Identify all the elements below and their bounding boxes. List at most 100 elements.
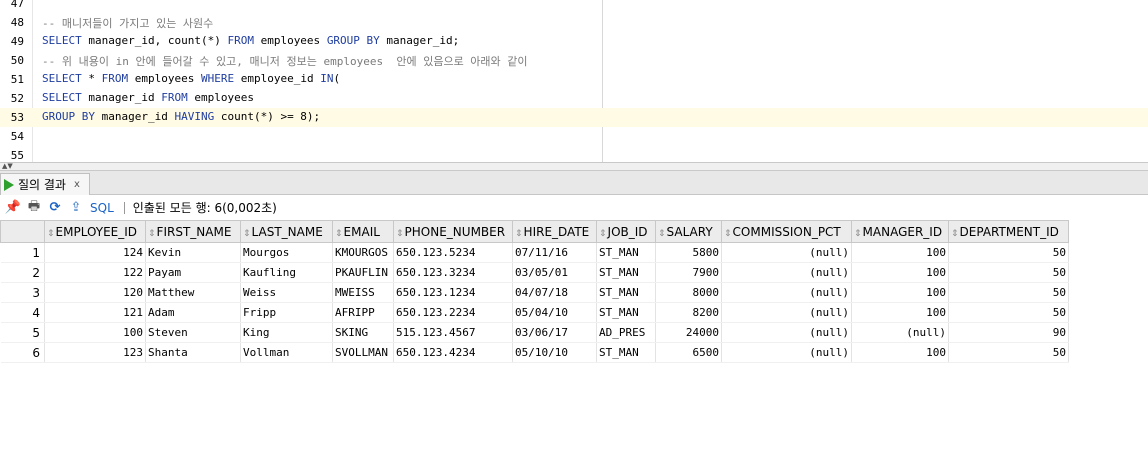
table-cell[interactable]: 50 [948,302,1069,323]
table-cell[interactable]: Kaufling [240,262,333,283]
close-tab-icon[interactable]: x [74,179,80,190]
table-cell[interactable]: 650.123.1234 [393,282,513,303]
table-cell[interactable]: (null) [721,322,852,343]
sort-icon[interactable]: ⇕ [396,229,404,239]
table-cell[interactable]: Shanta [145,342,241,363]
table-row[interactable]: 3 120 Matthew Weiss MWEISS 650.123.1234 04/07/… [0,282,1069,303]
table-cell[interactable]: (null) [721,282,852,303]
table-cell[interactable]: King [240,322,333,343]
code-line[interactable]: 49 SELECT manager_id, count(*) FROM emplo… [0,32,1148,51]
table-cell[interactable]: 04/07/18 [512,282,597,303]
table-cell[interactable]: (null) [721,342,852,363]
table-cell[interactable]: 50 [948,282,1069,303]
table-cell[interactable]: Adam [145,302,241,323]
sort-icon[interactable]: ⇕ [335,229,343,239]
code-line-current[interactable]: 53 GROUP BY manager_id HAVING count(*) >=… [0,108,1148,127]
code-line[interactable]: 50 -- 위 내용이 in 안에 들어갈 수 있고, 매니저 정보는 emplo… [0,51,1148,70]
table-cell[interactable]: 05/04/10 [512,302,597,323]
table-cell[interactable]: 124 [44,242,146,263]
pin-icon[interactable]: 📌 [5,200,21,216]
code-line[interactable]: 47 [0,0,1148,13]
sort-icon[interactable]: ⇕ [599,229,607,239]
table-row[interactable]: 6 123 Shanta Vollman SVOLLMAN 650.123.4234 05/… [0,342,1069,363]
sort-icon[interactable]: ⇕ [854,229,862,239]
table-cell[interactable]: KMOURGOS [332,242,394,263]
table-cell[interactable]: 100 [851,262,949,283]
table-cell[interactable]: Weiss [240,282,333,303]
code-line[interactable]: 52 SELECT manager_id FROM employees [0,89,1148,108]
table-cell[interactable]: 650.123.3234 [393,262,513,283]
table-cell[interactable]: AFRIPP [332,302,394,323]
code-line[interactable]: 55 [0,146,1148,162]
sort-icon[interactable]: ⇕ [243,229,251,239]
table-cell[interactable]: 24000 [655,322,722,343]
table-cell[interactable]: 650.123.5234 [393,242,513,263]
table-cell[interactable]: (null) [721,242,852,263]
code-line[interactable]: 51 SELECT * FROM employees WHERE employee… [0,70,1148,89]
table-cell[interactable]: 6500 [655,342,722,363]
table-cell[interactable]: ST_MAN [596,342,656,363]
table-cell[interactable]: 515.123.4567 [393,322,513,343]
table-row[interactable]: 5 100 Steven King SKING 515.123.4567 03/06/17 A… [0,322,1069,343]
pane-splitter[interactable]: ▲▼ [0,162,1148,171]
table-cell[interactable]: (null) [721,262,852,283]
table-cell[interactable]: SKING [332,322,394,343]
table-row[interactable]: 2 122 Payam Kaufling PKAUFLIN 650.123.3234 03/… [0,262,1069,283]
print-icon[interactable]: 🖶 [26,199,42,216]
table-cell[interactable]: 121 [44,302,146,323]
column-header-salary[interactable]: ⇕SALARY [655,220,722,243]
table-cell[interactable]: 100 [851,342,949,363]
column-header-hire-date[interactable]: ⇕HIRE_DATE [512,220,597,243]
column-header-first-name[interactable]: ⇕FIRST_NAME [145,220,241,243]
table-row[interactable]: 4 121 Adam Fripp AFRIPP 650.123.2234 05/04/10 S… [0,302,1069,323]
table-cell[interactable]: 50 [948,342,1069,363]
table-cell[interactable]: 07/11/16 [512,242,597,263]
column-header-phone-number[interactable]: ⇕PHONE_NUMBER [393,220,513,243]
sort-icon[interactable]: ⇕ [658,229,666,239]
results-grid[interactable]: ⇕EMPLOYEE_ID ⇕FIRST_NAME ⇕LAST_NAME ⇕EMAIL ⇕… [0,220,1069,363]
table-cell[interactable]: ST_MAN [596,282,656,303]
sort-icon[interactable]: ⇕ [515,229,523,239]
refresh-icon[interactable]: ⟳ [47,200,63,216]
collapse-arrows-icon[interactable]: ▲▼ [2,163,13,170]
table-cell[interactable]: (null) [851,322,949,343]
table-cell[interactable]: 90 [948,322,1069,343]
table-cell[interactable]: 03/06/17 [512,322,597,343]
sort-icon[interactable]: ⇕ [724,229,732,239]
table-cell[interactable]: 120 [44,282,146,303]
table-cell[interactable]: Vollman [240,342,333,363]
table-cell[interactable]: (null) [721,302,852,323]
column-header-last-name[interactable]: ⇕LAST_NAME [240,220,333,243]
column-header-commission-pct[interactable]: ⇕COMMISSION_PCT [721,220,852,243]
table-cell[interactable]: 123 [44,342,146,363]
table-cell[interactable]: ST_MAN [596,262,656,283]
table-cell[interactable]: SVOLLMAN [332,342,394,363]
sql-editor[interactable]: 47 48 -- 매니저들이 가지고 있는 사원수 49 SELECT manager_… [0,0,1148,162]
sort-icon[interactable]: ⇕ [47,229,55,239]
table-cell[interactable]: PKAUFLIN [332,262,394,283]
table-cell[interactable]: 50 [948,242,1069,263]
column-header-employee-id[interactable]: ⇕EMPLOYEE_ID [44,220,146,243]
table-cell[interactable]: Steven [145,322,241,343]
table-cell[interactable]: 650.123.4234 [393,342,513,363]
code-line[interactable]: 48 -- 매니저들이 가지고 있는 사원수 [0,13,1148,32]
table-cell[interactable]: 100 [44,322,146,343]
table-cell[interactable]: Matthew [145,282,241,303]
table-cell[interactable]: 5800 [655,242,722,263]
table-row[interactable]: 1 124 Kevin Mourgos KMOURGOS 650.123.5234 07/1… [0,242,1069,263]
code-line[interactable]: 54 [0,127,1148,146]
table-cell[interactable]: 100 [851,242,949,263]
sort-icon[interactable]: ⇕ [951,229,959,239]
table-cell[interactable]: AD_PRES [596,322,656,343]
table-cell[interactable]: ST_MAN [596,242,656,263]
table-cell[interactable]: 50 [948,262,1069,283]
table-cell[interactable]: 05/10/10 [512,342,597,363]
table-cell[interactable]: Fripp [240,302,333,323]
table-cell[interactable]: Payam [145,262,241,283]
column-header-manager-id[interactable]: ⇕MANAGER_ID [851,220,949,243]
table-cell[interactable]: 7900 [655,262,722,283]
table-cell[interactable]: 8000 [655,282,722,303]
table-cell[interactable]: 03/05/01 [512,262,597,283]
column-header-email[interactable]: ⇕EMAIL [332,220,394,243]
table-cell[interactable]: 122 [44,262,146,283]
